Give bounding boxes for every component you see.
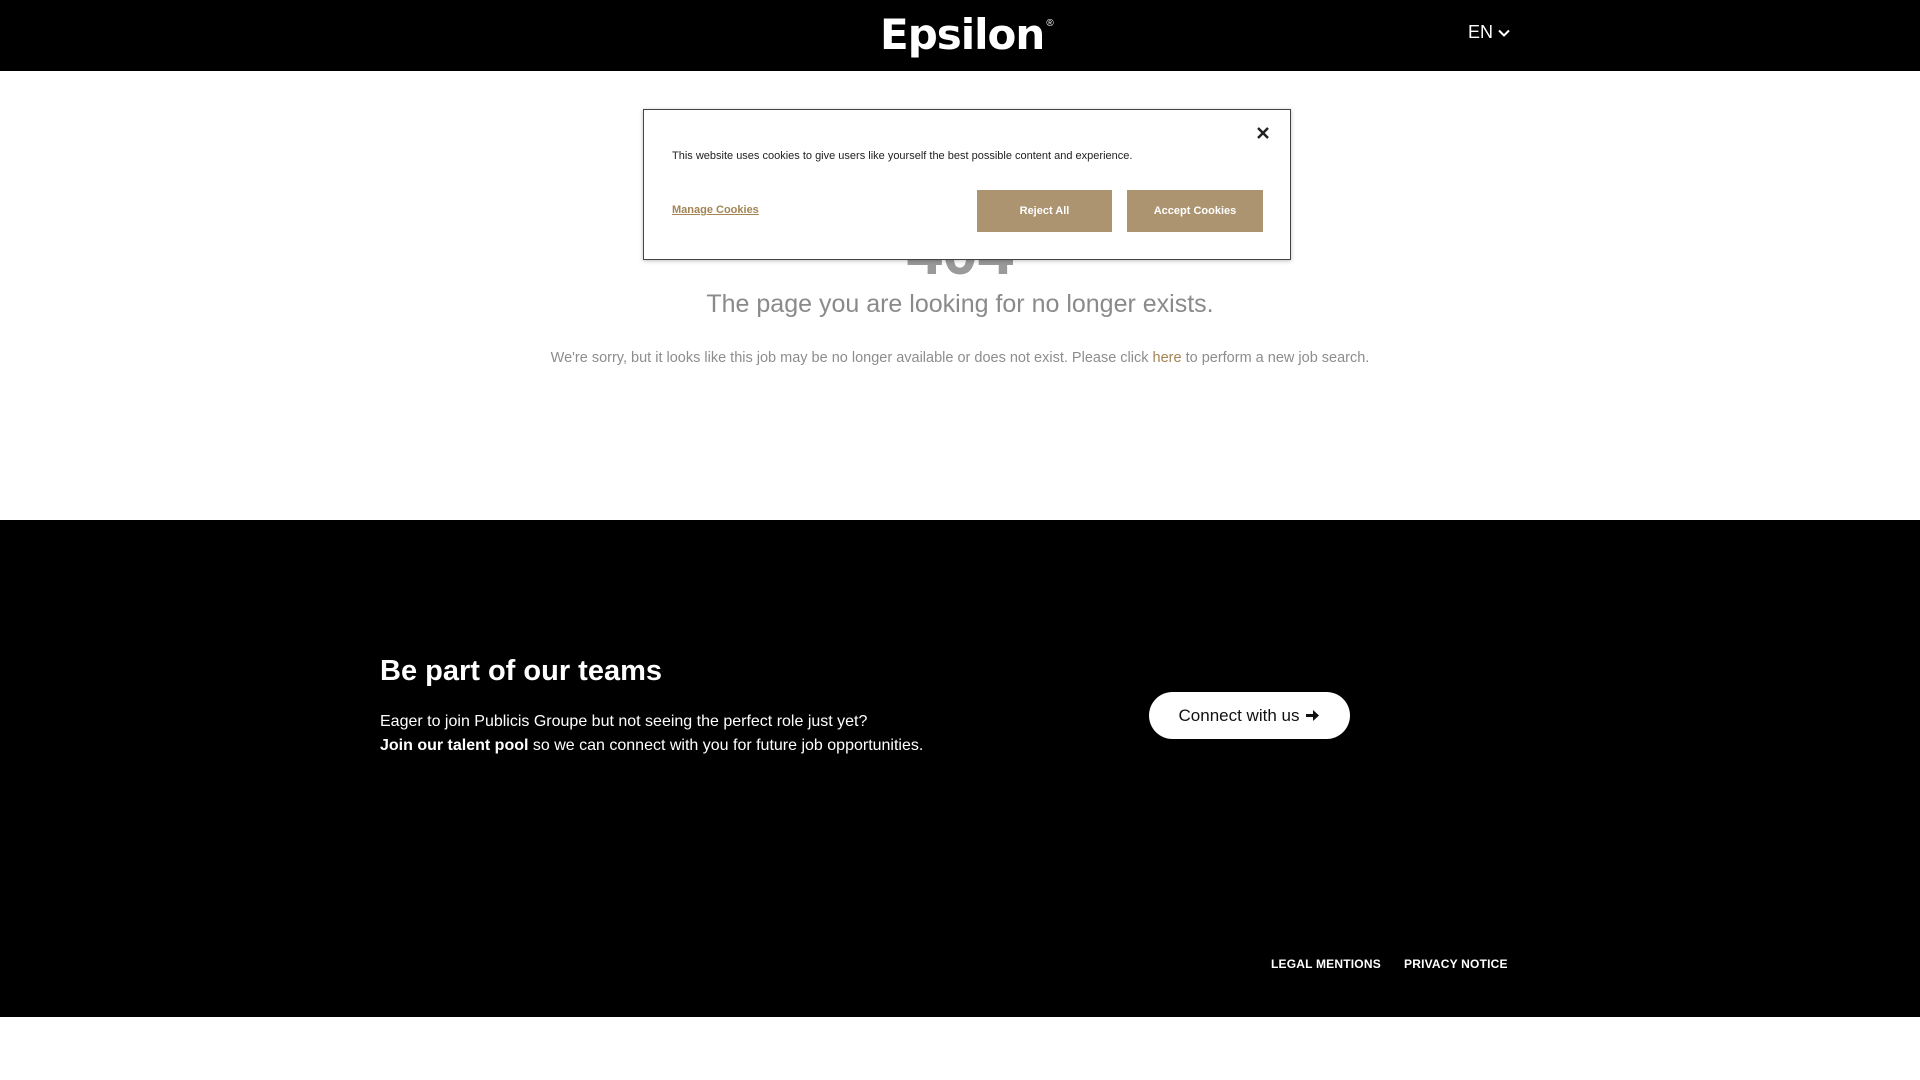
top-bar: Epsilon ® EN xyxy=(0,0,1920,71)
arrow-right-icon xyxy=(1306,710,1320,721)
error-description: We're sorry, but it looks like this job … xyxy=(0,350,1920,366)
privacy-notice-link[interactable]: PRIVACY NOTICE xyxy=(1404,957,1508,971)
cookie-message: This website uses cookies to give users … xyxy=(672,150,1133,162)
reject-all-button[interactable]: Reject All xyxy=(977,190,1112,232)
logo-text: Epsilon xyxy=(880,10,1045,59)
connect-label: Connect with us xyxy=(1178,705,1300,725)
language-label: EN xyxy=(1468,22,1494,42)
cta-talent-pool-text: Join our talent pool so we can connect w… xyxy=(380,737,923,755)
accept-cookies-button[interactable]: Accept Cookies xyxy=(1127,190,1263,232)
registered-mark: ® xyxy=(1046,18,1054,29)
chevron-down-icon xyxy=(1498,29,1510,37)
error-title: The page you are looking for no longer e… xyxy=(706,290,1214,318)
cta-description: Eager to join Publicis Groupe but not se… xyxy=(380,713,868,730)
talent-pool-rest: so we can connect with you for future jo… xyxy=(528,737,924,754)
manage-cookies-link[interactable]: Manage Cookies xyxy=(672,204,759,216)
connect-with-us-button[interactable]: Connect with us xyxy=(1149,692,1350,739)
error-description-text: We're sorry, but it looks like this job … xyxy=(550,350,1153,366)
legal-mentions-link[interactable]: LEGAL MENTIONS xyxy=(1271,957,1381,971)
error-description-text-end: to perform a new job search. xyxy=(1181,350,1370,366)
cta-title: Be part of our teams xyxy=(380,655,662,687)
new-search-link[interactable]: here xyxy=(1153,350,1182,366)
close-icon[interactable] xyxy=(1252,122,1274,144)
language-selector[interactable]: EN xyxy=(1468,22,1511,43)
cookie-banner: This website uses cookies to give users … xyxy=(643,109,1291,260)
talent-pool-emphasis: Join our talent pool xyxy=(380,737,529,754)
footer: Be part of our teams Eager to join Publi… xyxy=(0,520,1920,1017)
epsilon-logo[interactable]: Epsilon ® xyxy=(880,12,1054,58)
